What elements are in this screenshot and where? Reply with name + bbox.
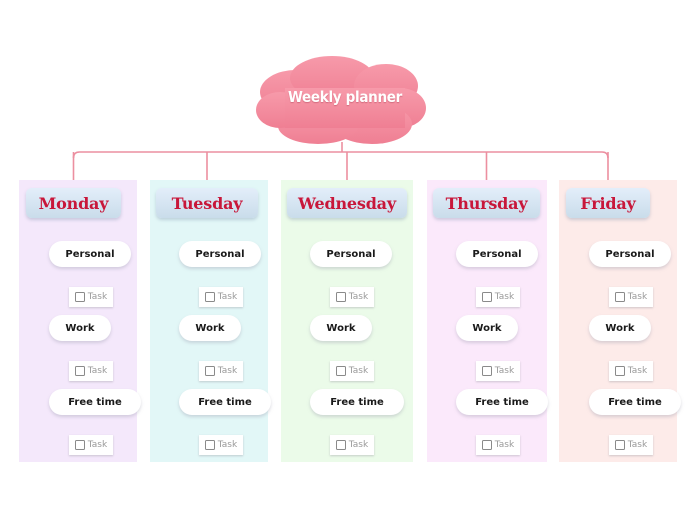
central-topic-title[interactable]: Weekly planner [258,88,432,106]
category-free-time[interactable]: Free time [456,389,548,415]
checkbox-icon[interactable] [74,440,85,450]
category-free-time[interactable]: Free time [589,389,681,415]
task-item[interactable]: Task [69,287,113,307]
task-item[interactable]: Task [330,287,374,307]
task-item[interactable]: Task [609,361,653,381]
task-label: Task [87,366,108,376]
category-personal[interactable]: Personal [179,241,261,267]
task-label: Task [217,292,238,302]
day-header[interactable]: Thursday [433,188,540,218]
top-connector-bus [72,151,609,159]
task-item[interactable]: Task [199,435,243,455]
task-label: Task [87,292,108,302]
category-personal[interactable]: Personal [456,241,538,267]
category-personal[interactable]: Personal [49,241,131,267]
day-header[interactable]: Wednesday [287,188,407,218]
day-header[interactable]: Monday [26,188,121,218]
checkbox-icon[interactable] [614,292,625,302]
task-label: Task [87,440,108,450]
task-item[interactable]: Task [609,287,653,307]
task-label: Task [627,366,648,376]
checkbox-icon[interactable] [335,292,346,302]
checkbox-icon[interactable] [335,366,346,376]
task-label: Task [627,440,648,450]
task-label: Task [627,292,648,302]
task-label: Task [348,292,369,302]
checkbox-icon[interactable] [204,292,215,302]
category-work[interactable]: Work [456,315,518,341]
category-free-time[interactable]: Free time [49,389,141,415]
task-item[interactable]: Task [69,435,113,455]
task-item[interactable]: Task [69,361,113,381]
task-item[interactable]: Task [199,287,243,307]
checkbox-icon[interactable] [335,440,346,450]
category-personal[interactable]: Personal [310,241,392,267]
checkbox-icon[interactable] [204,440,215,450]
day-header[interactable]: Friday [566,188,650,218]
task-item[interactable]: Task [476,287,520,307]
task-label: Task [494,440,515,450]
category-work[interactable]: Work [49,315,111,341]
task-item[interactable]: Task [199,361,243,381]
task-label: Task [348,366,369,376]
checkbox-icon[interactable] [481,292,492,302]
task-item[interactable]: Task [476,435,520,455]
day-header[interactable]: Tuesday [156,188,258,218]
checkbox-icon[interactable] [614,440,625,450]
category-work[interactable]: Work [310,315,372,341]
checkbox-icon[interactable] [481,440,492,450]
task-item[interactable]: Task [609,435,653,455]
checkbox-icon[interactable] [204,366,215,376]
task-label: Task [494,366,515,376]
task-label: Task [494,292,515,302]
checkbox-icon[interactable] [74,366,85,376]
category-free-time[interactable]: Free time [179,389,271,415]
task-label: Task [348,440,369,450]
task-label: Task [217,366,238,376]
task-item[interactable]: Task [476,361,520,381]
checkbox-icon[interactable] [614,366,625,376]
checkbox-icon[interactable] [74,292,85,302]
task-item[interactable]: Task [330,435,374,455]
category-work[interactable]: Work [179,315,241,341]
task-label: Task [217,440,238,450]
category-work[interactable]: Work [589,315,651,341]
category-personal[interactable]: Personal [589,241,671,267]
category-free-time[interactable]: Free time [310,389,404,415]
task-item[interactable]: Task [330,361,374,381]
checkbox-icon[interactable] [481,366,492,376]
